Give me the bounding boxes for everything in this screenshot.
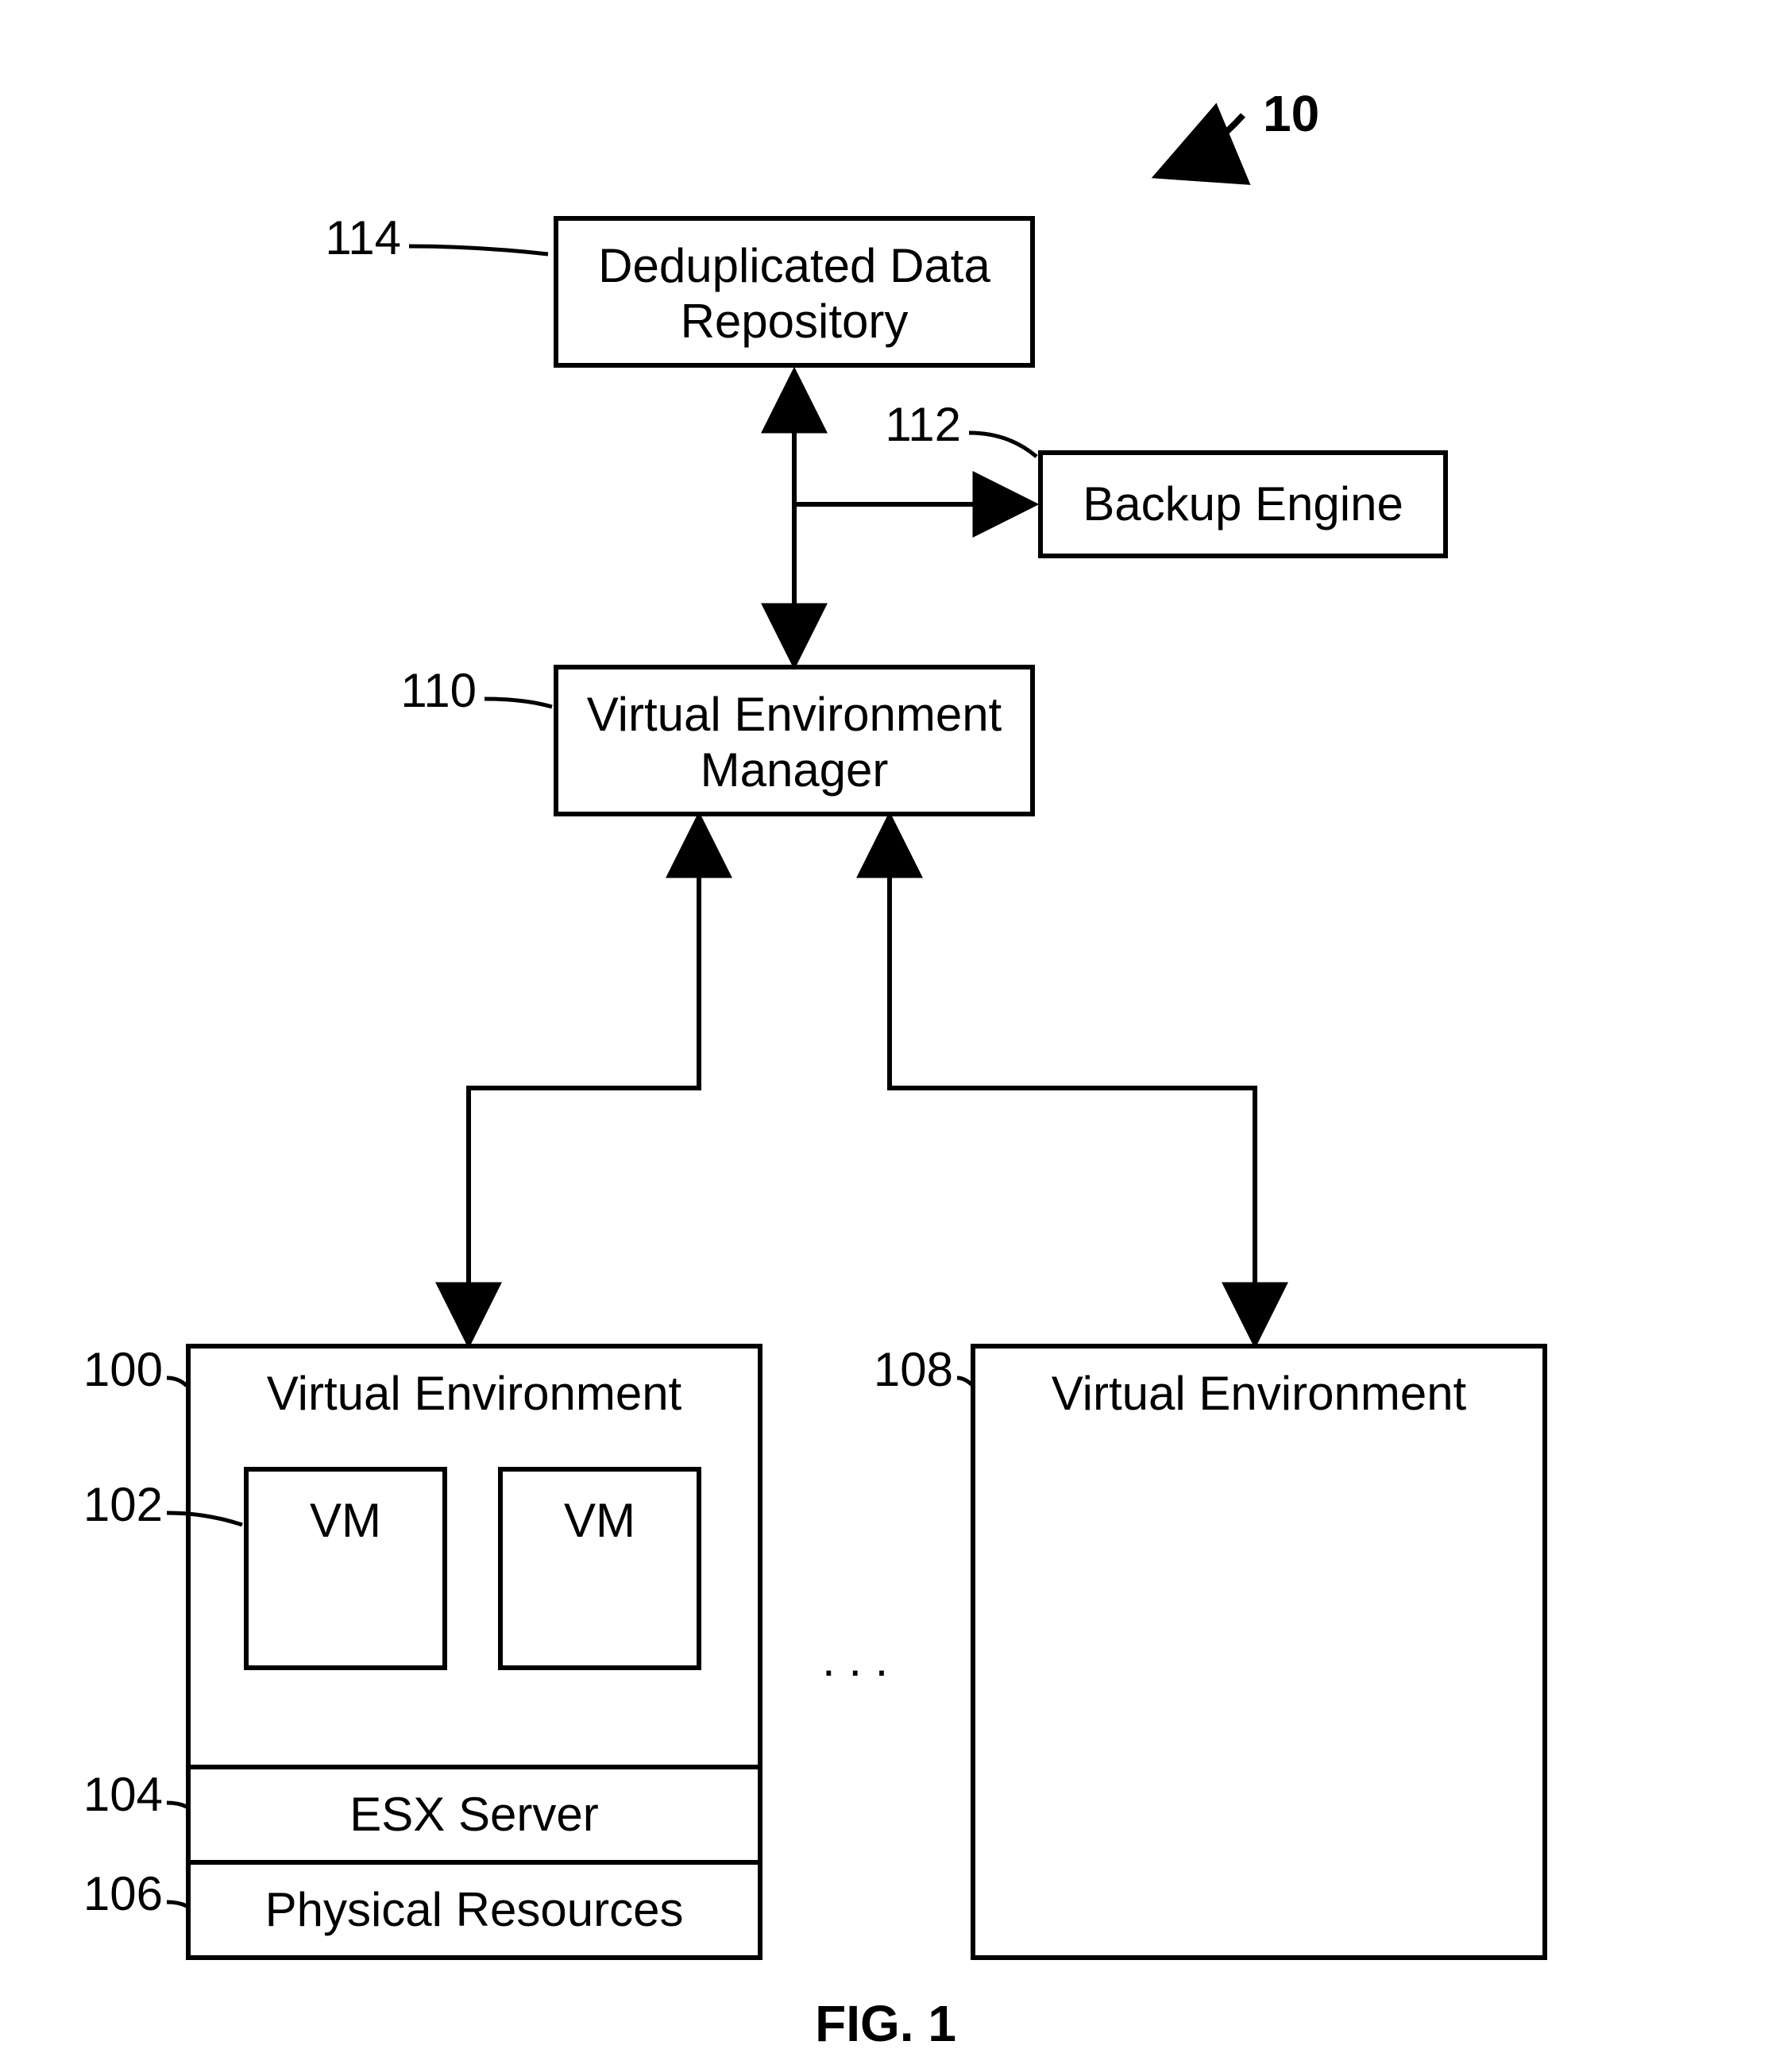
venv-manager-group: Virtual Environment Manager 110 [400, 664, 1033, 814]
venv-right-title: Virtual Environment [1052, 1367, 1467, 1420]
figure-reference: 10 [1160, 85, 1319, 175]
backup-engine-leader [969, 433, 1037, 457]
backup-engine-group: Backup Engine 112 [885, 398, 1446, 556]
dedup-repo-group: Deduplicated Data Repository 114 [325, 211, 1033, 365]
venv-manager-line1: Virtual Environment [587, 688, 1002, 741]
phys-ref: 106 [83, 1867, 163, 1920]
figure-label: FIG. 1 [815, 1995, 956, 2052]
backup-engine-ref: 112 [885, 398, 961, 451]
venv-left-ref: 100 [83, 1343, 163, 1396]
venv-left-group: Virtual Environment VM VM ESX Server Phy… [83, 1343, 760, 1958]
conn-manager-left [469, 818, 699, 1342]
venv-left-title: Virtual Environment [267, 1367, 682, 1420]
venv-right-group: Virtual Environment 108 [874, 1343, 1545, 1958]
dedup-repo-line2: Repository [681, 295, 909, 348]
phys-leader [167, 1902, 187, 1906]
venv-right-ref: 108 [874, 1343, 953, 1396]
venv-right-box [973, 1346, 1545, 1958]
esx-leader [167, 1803, 187, 1807]
esx-ref: 104 [83, 1768, 163, 1821]
venv-manager-leader [485, 699, 552, 707]
phys-label: Physical Resources [265, 1883, 684, 1936]
venv-left-leader [167, 1378, 187, 1386]
venv-manager-line2: Manager [701, 743, 889, 797]
esx-label: ESX Server [349, 1788, 598, 1841]
venv-manager-ref: 110 [400, 664, 477, 717]
vm1-label: VM [310, 1494, 381, 1547]
ellipsis: . . . [822, 1633, 888, 1686]
backup-engine-label: Backup Engine [1083, 477, 1403, 531]
figure-ref-number: 10 [1263, 85, 1319, 142]
dedup-repo-line1: Deduplicated Data [598, 239, 990, 292]
conn-manager-right [890, 818, 1255, 1342]
vm-ref: 102 [83, 1478, 163, 1531]
vm2-label: VM [564, 1494, 635, 1547]
dedup-repo-ref: 114 [325, 211, 401, 264]
dedup-repo-leader [409, 246, 548, 254]
